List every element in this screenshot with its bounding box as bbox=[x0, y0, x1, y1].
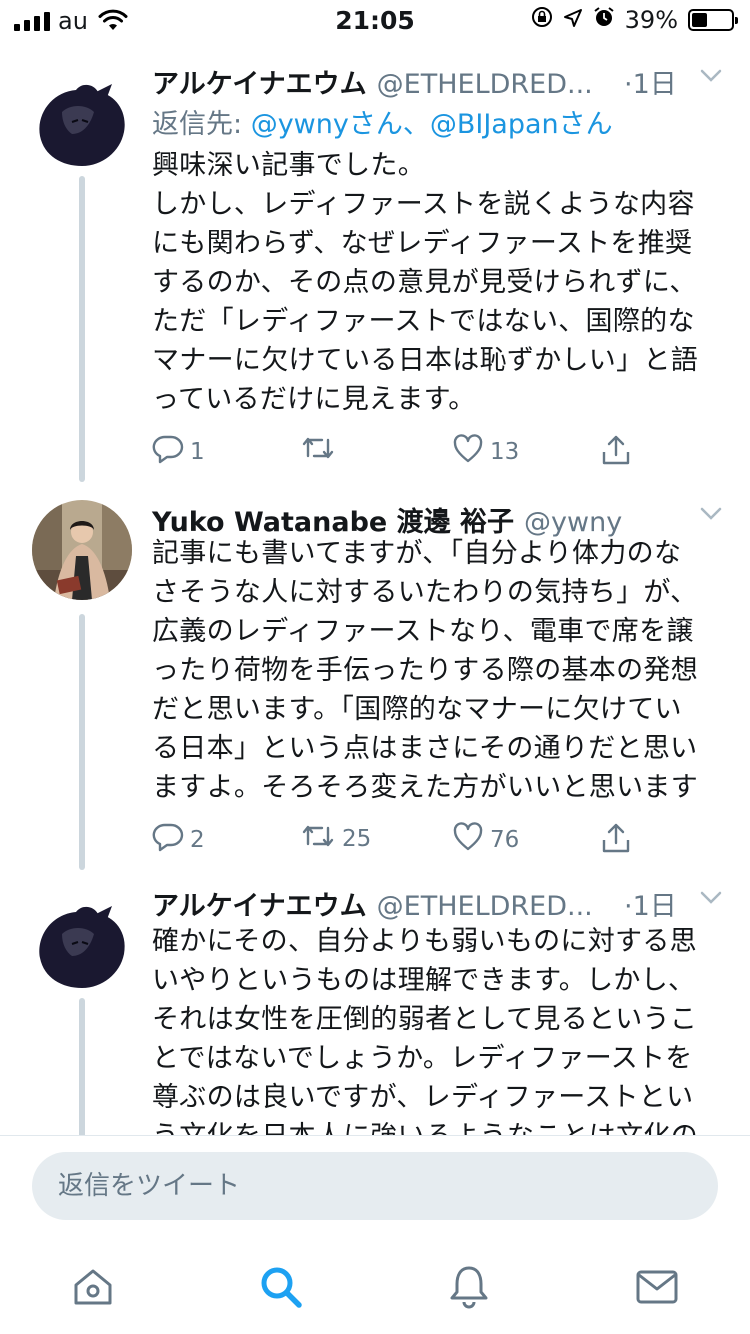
tweet-actions: 1 13 bbox=[152, 434, 652, 474]
composer-divider bbox=[0, 1135, 750, 1136]
bell-icon bbox=[447, 1264, 491, 1314]
display-name[interactable]: アルケイナエウム bbox=[152, 69, 367, 100]
share-button[interactable] bbox=[600, 434, 632, 472]
envelope-icon bbox=[635, 1269, 679, 1309]
tab-messages[interactable] bbox=[632, 1264, 682, 1314]
tab-home[interactable] bbox=[68, 1264, 118, 1314]
thread-line bbox=[79, 176, 85, 482]
retweet-button[interactable] bbox=[300, 434, 342, 468]
retweet-icon bbox=[300, 434, 336, 468]
user-handle[interactable]: @ETHELDRED... bbox=[377, 69, 593, 100]
reply-button[interactable]: 1 bbox=[152, 434, 205, 470]
user-handle[interactable]: @ETHELDRED... bbox=[377, 891, 593, 922]
heart-icon bbox=[452, 434, 484, 470]
alarm-icon bbox=[593, 6, 615, 34]
share-icon bbox=[600, 434, 632, 472]
tweet[interactable]: アルケイナエウム @ETHELDRED... ·1日 返信先: @ywnyさん、@… bbox=[0, 62, 750, 482]
share-button[interactable] bbox=[600, 822, 632, 860]
thread-line bbox=[79, 614, 85, 870]
tweet-text: 興味深い記事でした。 しかし、レディファーストを説くような内容 にも関わらず、な… bbox=[152, 150, 698, 415]
tab-bar bbox=[0, 1248, 750, 1334]
avatar[interactable] bbox=[32, 74, 132, 174]
status-bar: au 21:05 39% bbox=[0, 0, 750, 40]
reply-context: 返信先: @ywnyさん、@BIJapanさん bbox=[152, 102, 613, 141]
tab-search[interactable] bbox=[256, 1264, 306, 1314]
battery-percent: 39% bbox=[624, 6, 678, 34]
timestamp[interactable]: ·1日 bbox=[624, 884, 677, 923]
reply-count: 1 bbox=[190, 439, 205, 465]
tweet[interactable]: アルケイナエウム @ETHELDRED... ·1日 確かにその、自分よりも弱いも… bbox=[0, 884, 750, 1135]
heart-icon bbox=[452, 822, 484, 858]
retweet-button[interactable]: 25 bbox=[300, 822, 371, 856]
reply-input[interactable]: 返信をツイート bbox=[32, 1152, 718, 1220]
retweet-count: 25 bbox=[342, 826, 372, 852]
home-icon bbox=[71, 1265, 115, 1313]
tweet-actions: 2 25 76 bbox=[152, 822, 652, 862]
rotation-lock-icon bbox=[531, 6, 553, 34]
tweet-text: 確かにその、自分よりも弱いものに対する思 いやりというものは理解できます。しかし… bbox=[152, 926, 698, 1135]
search-icon bbox=[258, 1264, 304, 1314]
reply-prefix: 返信先: bbox=[152, 109, 243, 140]
thread-line bbox=[79, 998, 85, 1135]
reply-button[interactable]: 2 bbox=[152, 822, 205, 858]
reply-icon bbox=[152, 434, 184, 470]
tweet-text: 記事にも書いてますが、「自分より体力のな さそうな人に対するいたわりの気持ち」が… bbox=[152, 538, 698, 803]
reply-mentions[interactable]: @ywnyさん、@BIJapanさん bbox=[251, 109, 613, 140]
avatar[interactable] bbox=[32, 896, 132, 996]
chevron-down-icon[interactable] bbox=[700, 506, 722, 525]
location-icon bbox=[563, 6, 583, 34]
tab-notifications[interactable] bbox=[444, 1264, 494, 1314]
display-name[interactable]: アルケイナエウム bbox=[152, 891, 367, 922]
chevron-down-icon[interactable] bbox=[700, 890, 722, 909]
like-count: 76 bbox=[490, 827, 520, 853]
avatar[interactable] bbox=[32, 500, 132, 600]
like-button[interactable]: 13 bbox=[452, 434, 519, 470]
tweet[interactable]: Yuko Watanabe 渡邊 裕子 @ywny 記事にも書いてますが、「自分よ… bbox=[0, 500, 750, 870]
reply-count: 2 bbox=[190, 827, 205, 853]
battery-icon bbox=[688, 9, 738, 31]
reply-icon bbox=[152, 822, 184, 858]
timestamp[interactable]: ·1日 bbox=[624, 62, 677, 101]
retweet-icon bbox=[300, 822, 336, 856]
share-icon bbox=[600, 822, 632, 860]
like-button[interactable]: 76 bbox=[452, 822, 519, 858]
chevron-down-icon[interactable] bbox=[700, 68, 722, 87]
like-count: 13 bbox=[490, 439, 520, 465]
